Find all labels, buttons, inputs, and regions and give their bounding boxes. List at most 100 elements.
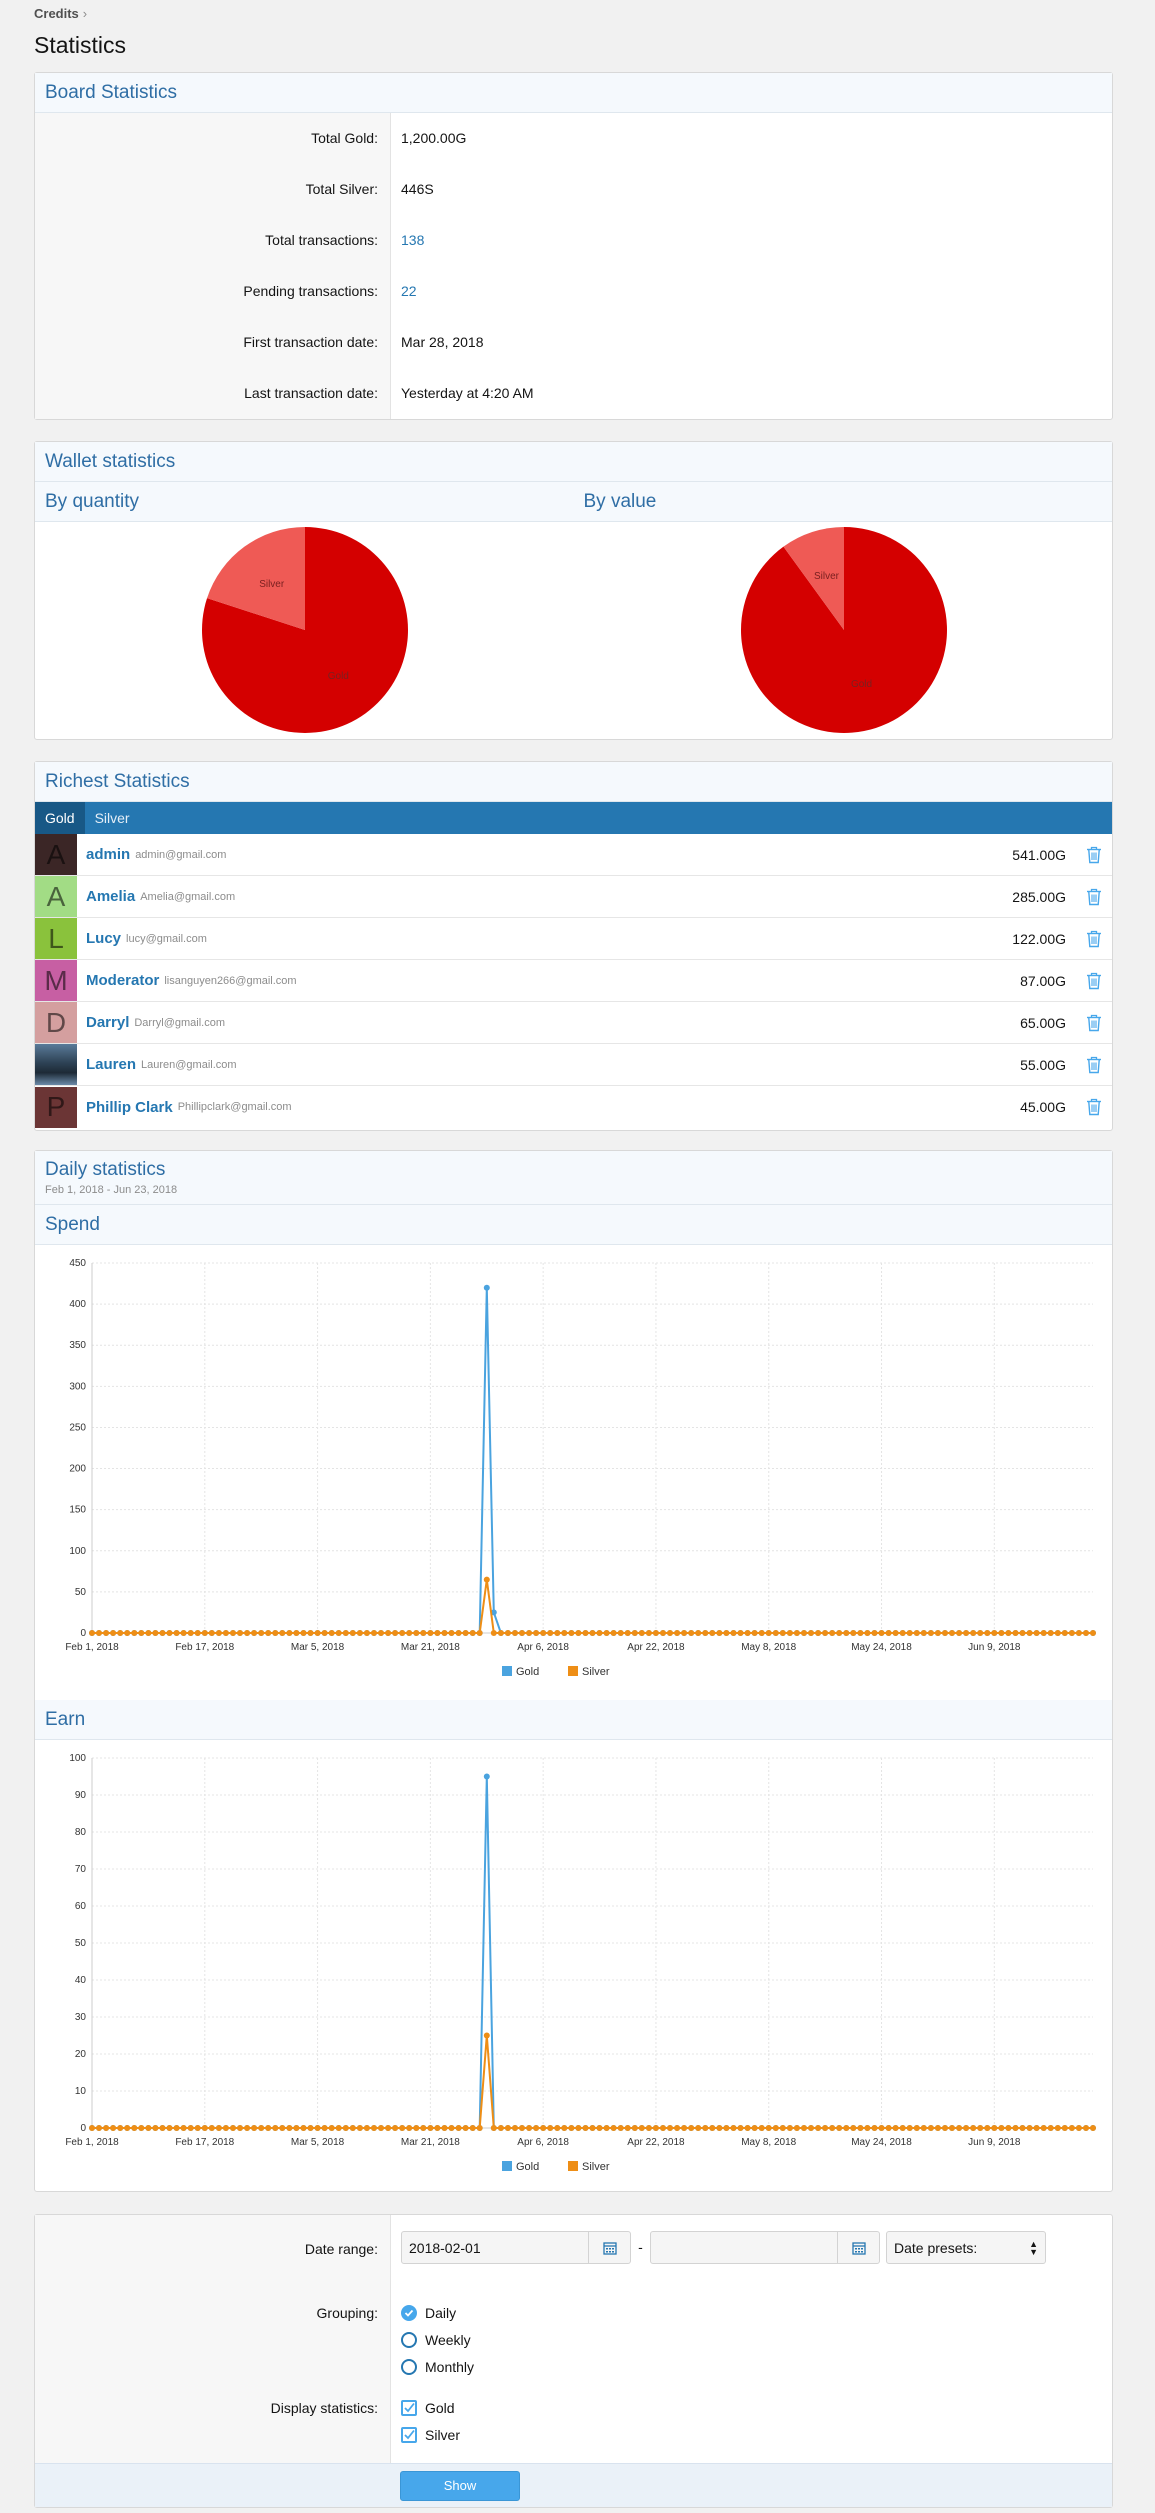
earn-point-silver — [822, 2125, 829, 2131]
breadcrumb[interactable]: Credits › — [34, 6, 87, 21]
earn-point-silver — [166, 2125, 173, 2131]
spend-point-silver — [131, 1630, 138, 1636]
display-gold[interactable]: Gold — [401, 2394, 460, 2421]
spend-point-silver — [399, 1630, 406, 1636]
earn-point-silver — [702, 2125, 709, 2131]
earn-point-silver — [801, 2125, 807, 2131]
earn-point-silver — [843, 2125, 850, 2131]
spend-point-silver — [737, 1630, 744, 1636]
earn-y-tick: 0 — [80, 2123, 86, 2134]
earn-x-tick: Mar 5, 2018 — [291, 2137, 345, 2148]
avatar[interactable] — [35, 1044, 77, 1085]
spend-point-silver — [215, 1630, 222, 1636]
username-link[interactable]: admin — [86, 846, 130, 863]
grouping-weekly[interactable]: Weekly — [401, 2326, 474, 2353]
display-silver-label: Silver — [425, 2426, 461, 2443]
richest-statistics-block: Richest Statistics Gold Silver Aadmin adm… — [34, 761, 1113, 1131]
board-stat-value[interactable]: 138 — [391, 215, 424, 266]
earn-point-silver — [476, 2125, 483, 2131]
earn-x-tick: Mar 21, 2018 — [401, 2137, 460, 2148]
board-stat-row: Last transaction date: Yesterday at 4:20 … — [35, 368, 1112, 419]
tab-gold[interactable]: Gold — [35, 802, 85, 834]
earn-point-silver — [603, 2125, 610, 2131]
earn-point-gold — [483, 1773, 490, 1780]
earn-point-silver — [145, 2125, 152, 2131]
checkbox-checked-icon[interactable] — [401, 2426, 417, 2443]
grouping-daily[interactable]: Daily — [401, 2299, 474, 2326]
radio-icon[interactable] — [401, 2358, 417, 2375]
earn-y-tick: 70 — [75, 1864, 87, 1875]
earn-point-silver — [1075, 2125, 1082, 2131]
calendar-icon[interactable] — [837, 2232, 879, 2263]
spend-point-silver — [152, 1630, 159, 1636]
spend-point-silver — [772, 1630, 779, 1636]
end-date-input[interactable] — [650, 2231, 880, 2264]
earn-point-silver — [152, 2125, 159, 2131]
calendar-icon[interactable] — [588, 2232, 630, 2263]
earn-point-silver — [984, 2125, 991, 2131]
grouping-weekly-label: Weekly — [425, 2331, 471, 2348]
trash-icon[interactable] — [1086, 930, 1102, 948]
avatar[interactable]: D — [35, 1002, 77, 1043]
earn-point-silver — [631, 2125, 638, 2131]
trash-icon[interactable] — [1086, 972, 1102, 990]
spend-point-silver — [349, 1630, 356, 1636]
username-link[interactable]: Darryl — [86, 1014, 129, 1031]
show-button[interactable]: Show — [400, 2471, 520, 2501]
spend-point-silver — [674, 1630, 681, 1636]
spend-point-silver — [293, 1630, 300, 1636]
avatar[interactable]: L — [35, 918, 77, 959]
breadcrumb-credits[interactable]: Credits — [34, 6, 79, 21]
earn-point-silver — [709, 2125, 716, 2131]
trash-icon[interactable] — [1086, 1014, 1102, 1032]
spend-point-silver — [427, 1630, 434, 1636]
username-link[interactable]: Lauren — [86, 1056, 136, 1073]
spend-point-silver — [878, 1630, 885, 1636]
earn-point-silver — [554, 2125, 561, 2131]
start-date-input[interactable]: 2018-02-01 — [401, 2231, 631, 2264]
spend-point-gold — [483, 1284, 490, 1291]
checkbox-checked-icon[interactable] — [401, 2399, 417, 2416]
earn-point-silver — [194, 2125, 201, 2131]
earn-point-silver — [934, 2125, 941, 2131]
board-stat-value[interactable]: 22 — [391, 266, 417, 317]
avatar[interactable]: M — [35, 960, 77, 1001]
avatar[interactable]: P — [35, 1086, 77, 1128]
grouping-daily-label: Daily — [425, 2304, 457, 2321]
spend-y-tick: 100 — [69, 1546, 86, 1557]
tab-silver[interactable]: Silver — [85, 802, 140, 834]
spend-point-silver — [793, 1630, 800, 1636]
grouping-monthly[interactable]: Monthly — [401, 2353, 474, 2380]
username-link[interactable]: Moderator — [86, 972, 159, 989]
spend-point-silver — [751, 1630, 758, 1636]
trash-icon[interactable] — [1086, 1056, 1102, 1074]
earn-point-silver — [434, 2125, 441, 2131]
board-stat-row: Total Gold: 1,200.00G — [35, 113, 1112, 164]
spend-point-silver — [363, 1630, 370, 1636]
spend-x-tick: Apr 6, 2018 — [517, 1642, 569, 1653]
date-presets-select[interactable]: Date presets: ▲ ▼ — [886, 2231, 1046, 2264]
earn-point-silver — [533, 2125, 540, 2131]
trash-icon[interactable] — [1086, 888, 1102, 906]
board-stat-value: 1,200.00G — [401, 130, 467, 146]
spend-point-silver — [237, 1630, 243, 1636]
earn-point-silver — [406, 2125, 413, 2131]
trash-icon[interactable] — [1086, 846, 1102, 864]
earn-point-silver — [906, 2125, 913, 2131]
username-link[interactable]: Phillip Clark — [86, 1099, 173, 1116]
spend-point-silver — [963, 1630, 970, 1636]
trash-icon[interactable] — [1086, 1098, 1102, 1116]
earn-point-silver — [519, 2125, 525, 2131]
radio-icon[interactable] — [401, 2331, 417, 2348]
radio-checked-icon[interactable] — [401, 2304, 417, 2321]
username-link[interactable]: Lucy — [86, 930, 121, 947]
username-link[interactable]: Amelia — [86, 888, 135, 905]
earn-point-silver — [272, 2125, 279, 2131]
spend-x-tick: Apr 22, 2018 — [627, 1642, 685, 1653]
display-silver[interactable]: Silver — [401, 2421, 460, 2448]
spend-point-silver — [483, 1576, 490, 1583]
board-statistics-block: Board Statistics Total Gold: 1,200.00G Tot… — [34, 72, 1113, 420]
avatar[interactable]: A — [35, 834, 77, 875]
spend-point-silver — [173, 1630, 180, 1636]
avatar[interactable]: A — [35, 876, 77, 917]
